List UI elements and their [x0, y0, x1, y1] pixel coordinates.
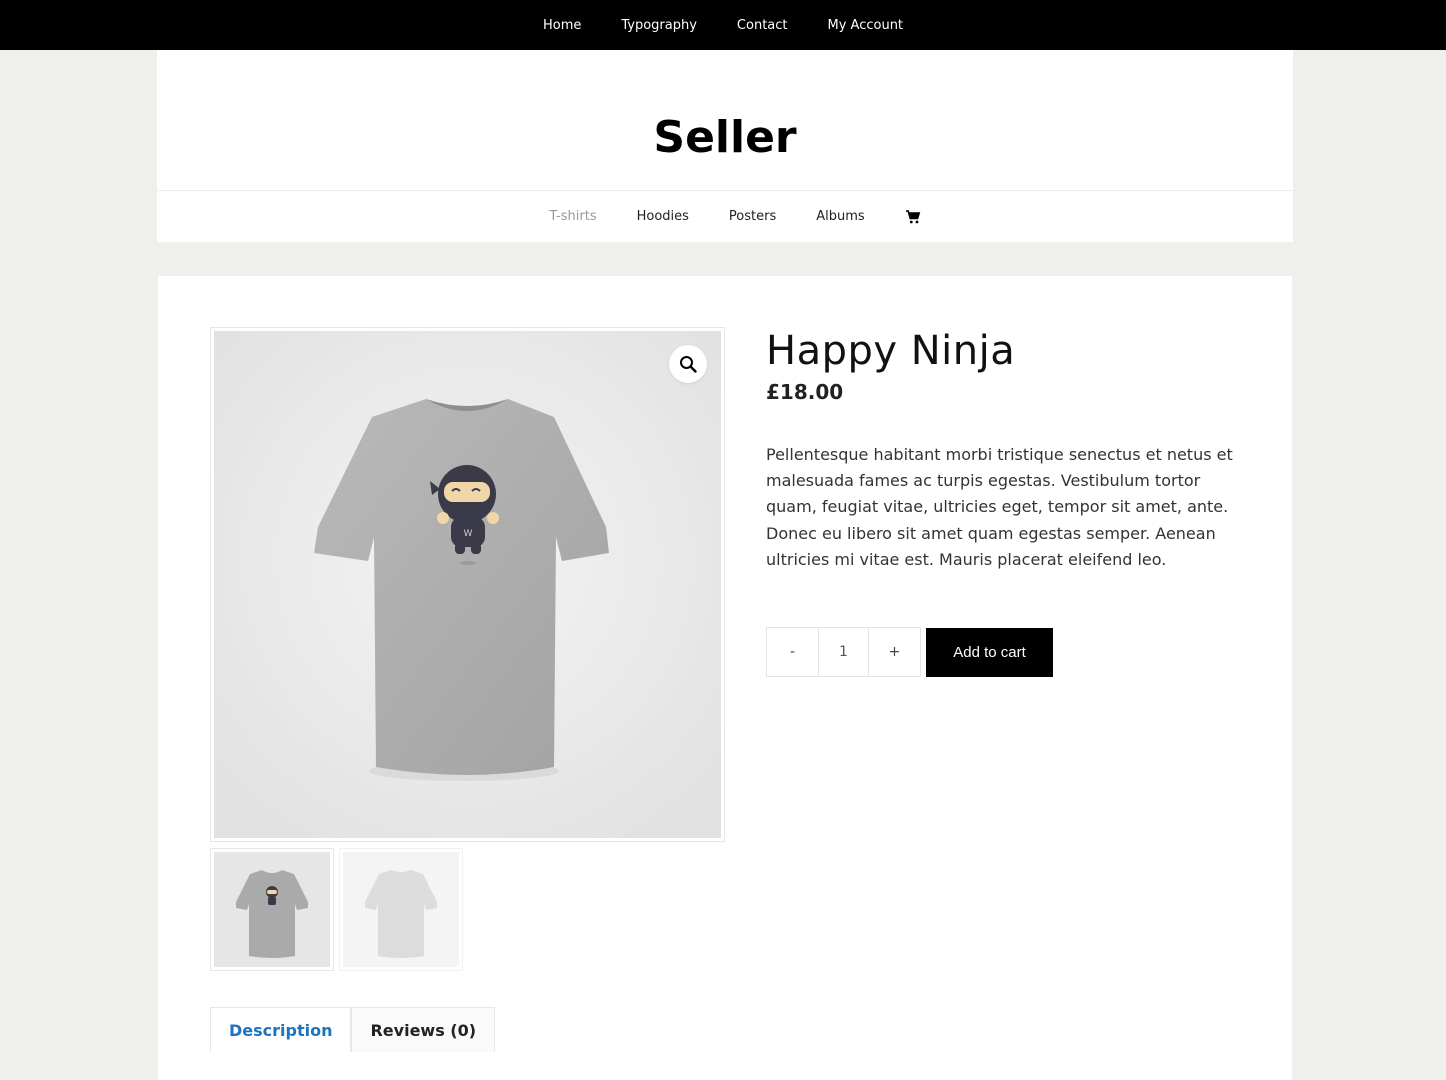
category-nav: T-shirts Hoodies Posters Albums	[157, 191, 1293, 242]
product-tabs: Description Reviews (0)	[210, 1007, 496, 1052]
product-description: Pellentesque habitant morbi tristique se…	[766, 445, 1233, 569]
product-price: £18.00	[766, 380, 844, 404]
category-nav-albums[interactable]: Albums	[816, 209, 864, 224]
quantity-input[interactable]: 1	[818, 628, 869, 676]
quantity-increase-button[interactable]: +	[869, 628, 920, 676]
tab-description[interactable]: Description	[210, 1007, 352, 1052]
tshirt-thumbnail-back	[343, 852, 459, 967]
top-nav-typography[interactable]: Typography	[621, 18, 697, 33]
product-thumbnail-1[interactable]	[210, 848, 334, 971]
tshirt-thumbnail-front	[214, 852, 330, 967]
site-title[interactable]: Seller	[157, 116, 1293, 160]
top-nav-contact[interactable]: Contact	[737, 18, 788, 33]
svg-text:W: W	[464, 529, 473, 539]
shopping-cart-icon[interactable]	[905, 209, 921, 225]
category-nav-posters[interactable]: Posters	[729, 209, 776, 224]
tab-reviews[interactable]: Reviews (0)	[351, 1007, 496, 1052]
product-title: Happy Ninja	[766, 328, 1016, 374]
top-nav-my-account[interactable]: My Account	[828, 18, 904, 33]
zoom-button[interactable]	[669, 345, 707, 383]
product-main: W Happy Ninja £18.00 Pellentesque habita…	[158, 276, 1292, 1080]
category-nav-tshirts[interactable]: T-shirts	[549, 209, 596, 224]
product-thumbnail-2[interactable]	[339, 848, 463, 971]
tshirt-image: W	[214, 331, 721, 838]
category-nav-hoodies[interactable]: Hoodies	[637, 209, 689, 224]
top-nav-bar: Home Typography Contact My Account	[0, 0, 1446, 50]
quantity-stepper: - 1 +	[766, 627, 921, 677]
add-to-cart-button[interactable]: Add to cart	[926, 628, 1053, 677]
product-main-image[interactable]: W	[210, 327, 725, 842]
top-nav-home[interactable]: Home	[543, 18, 581, 33]
quantity-decrease-button[interactable]: -	[767, 628, 818, 676]
magnifier-icon	[680, 356, 697, 373]
site-header: Seller T-shirts Hoodies Posters Albums	[157, 50, 1293, 242]
